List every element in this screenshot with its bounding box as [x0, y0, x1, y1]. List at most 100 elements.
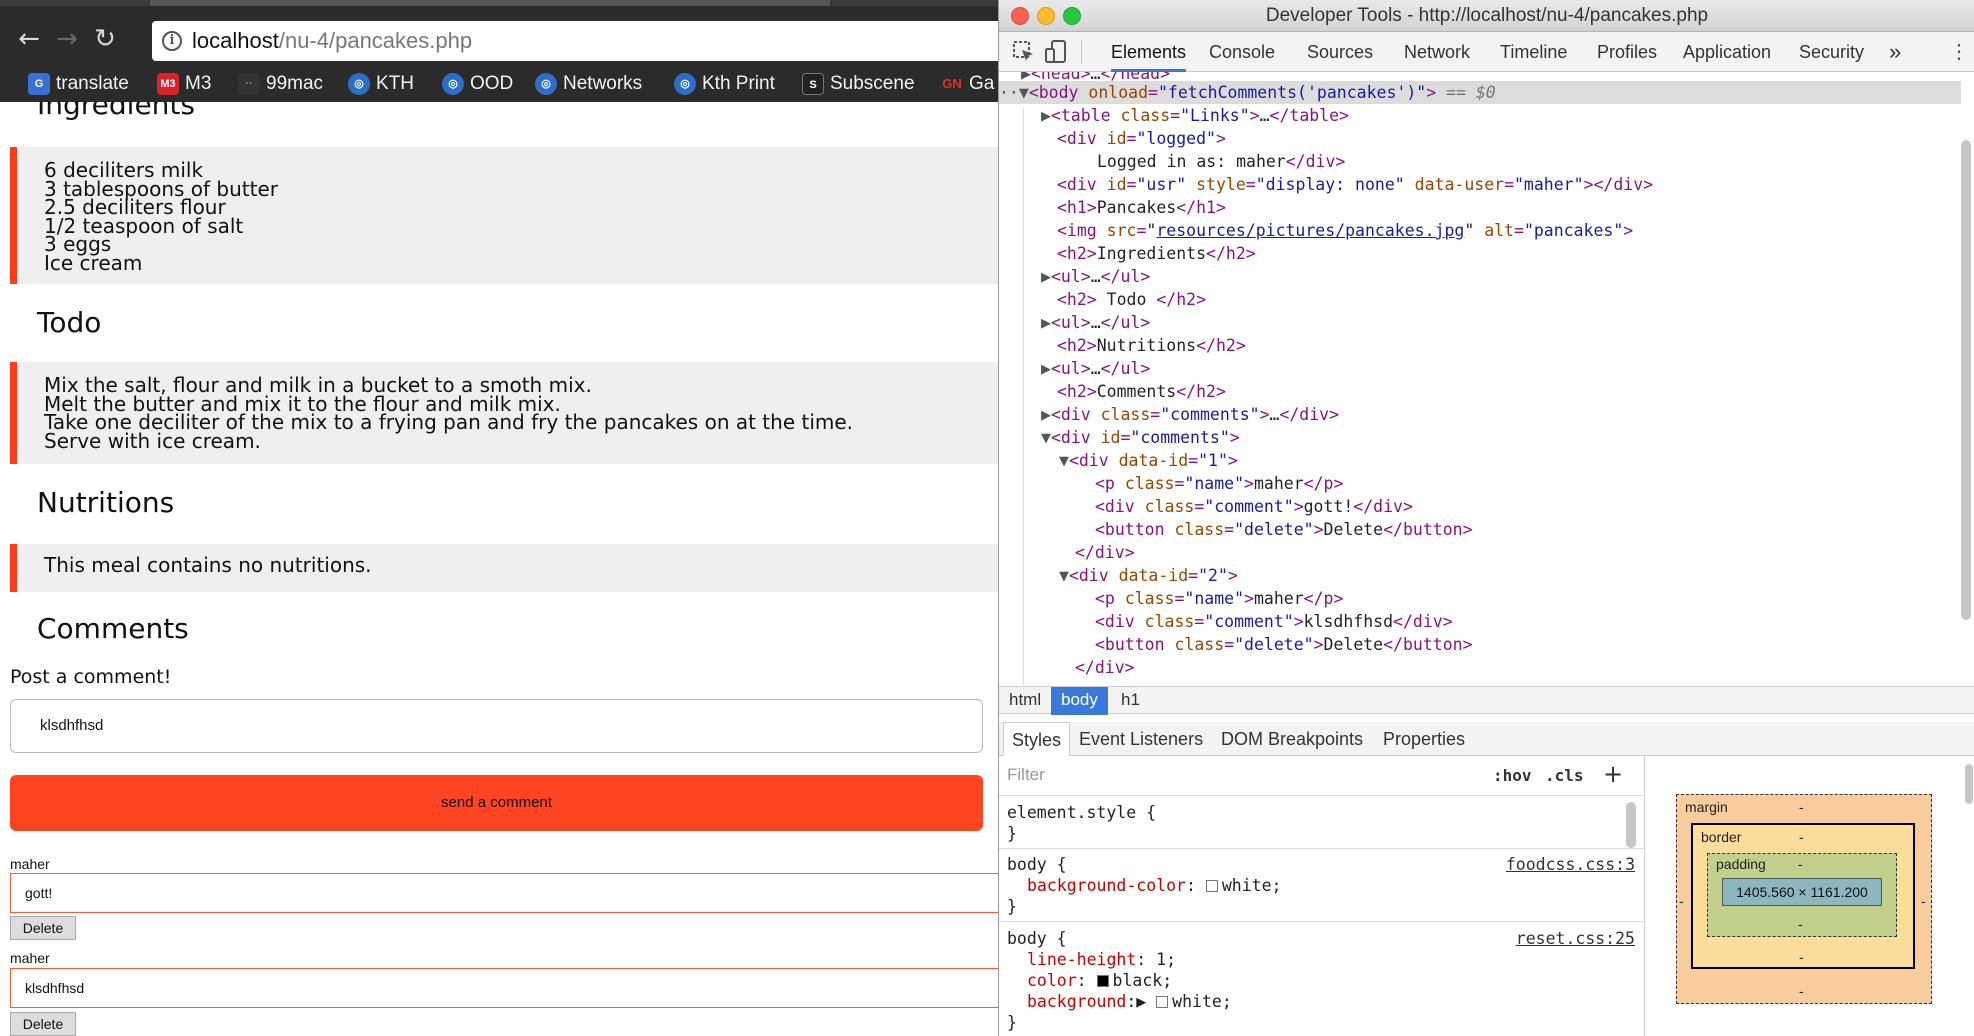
rule-element-style[interactable]: element.style { — [1007, 802, 1644, 823]
ingredients-heading: Ingredients — [37, 102, 195, 121]
dom-node-table[interactable]: ▶<table class="Links">…</table> — [999, 104, 1961, 127]
breadcrumb-h1[interactable]: h1 — [1111, 687, 1150, 715]
forward-icon[interactable]: → — [52, 24, 82, 54]
class-toggle[interactable]: .cls — [1545, 766, 1584, 785]
tab-styles[interactable]: Styles — [1003, 722, 1071, 756]
tab-sources[interactable]: Sources — [1307, 32, 1373, 72]
tab-event-listeners[interactable]: Event Listeners — [1071, 722, 1211, 756]
box-model-scrollbar[interactable] — [1965, 764, 1973, 804]
more-tabs-icon[interactable]: » — [1889, 32, 1901, 72]
dom-node-h2-comments[interactable]: <h2>Comments</h2> — [999, 380, 1961, 403]
dom-node-ul[interactable]: ▶<ul>…</ul> — [999, 357, 1961, 380]
bookmark-label: translate — [56, 73, 129, 94]
tab-profiles[interactable]: Profiles — [1597, 32, 1657, 72]
dom-node-div-comment[interactable]: <div class="comment">klsdhfhsd</div> — [999, 610, 1961, 633]
margin-top-value: - — [1799, 799, 1804, 815]
dom-node-div-comments-class[interactable]: ▶<div class="comments">…</div> — [999, 403, 1961, 426]
box-model-content-size[interactable]: 1405.560 × 1161.200 — [1722, 878, 1882, 906]
dom-node-div-data-id-2[interactable]: ▼<div data-id="2"> — [999, 564, 1961, 587]
dom-node-p-name[interactable]: <p class="name">maher</p> — [999, 472, 1961, 495]
tab-security[interactable]: Security — [1799, 32, 1864, 72]
tab-network[interactable]: Network — [1404, 32, 1470, 72]
dom-node-div-data-id-1[interactable]: ▼<div data-id="1"> — [999, 449, 1961, 472]
rule-source-link[interactable]: foodcss.css:3 — [1506, 854, 1635, 875]
dom-node-h2-todo[interactable]: <h2> Todo </h2> — [999, 288, 1961, 311]
box-model-margin[interactable]: margin - - - - border - - padding - - 14… — [1676, 794, 1932, 1004]
delete-comment-button[interactable]: Delete — [10, 916, 76, 940]
margin-right-value: - — [1921, 893, 1926, 909]
dom-node-div-comments-id[interactable]: ▼<div id="comments"> — [999, 426, 1961, 449]
dom-node-div-usr[interactable]: <div id="usr" style="display: none" data… — [999, 173, 1961, 196]
tab-properties[interactable]: Properties — [1375, 722, 1473, 756]
rule-declaration[interactable]: background:▶ white; — [1007, 991, 1644, 1012]
back-icon[interactable]: ← — [14, 24, 44, 54]
tab-application[interactable]: Application — [1683, 32, 1771, 72]
margin-label: margin — [1685, 799, 1728, 815]
bookmark-kth-print[interactable]: ◎ Kth Print — [674, 66, 775, 102]
devtools-menu-icon[interactable]: ⋮ — [1949, 32, 1969, 72]
breadcrumb-html[interactable]: html — [999, 687, 1051, 715]
dom-node-button-delete[interactable]: <button class="delete">Delete</button> — [999, 633, 1961, 656]
maximize-icon[interactable] — [1063, 7, 1081, 25]
tab-elements[interactable]: Elements — [1111, 32, 1187, 72]
reload-icon[interactable]: ↻ — [90, 24, 120, 54]
rule-body-selector[interactable]: body {reset.css:25 — [1007, 928, 1644, 949]
close-icon[interactable] — [1011, 7, 1029, 25]
bookmark-99mac[interactable]: ·· 99mac — [238, 66, 323, 102]
inspect-element-icon[interactable] — [1013, 41, 1035, 63]
dom-node-h1[interactable]: <h1>Pancakes</h1> — [999, 196, 1961, 219]
dom-node-img[interactable]: <img src="resources/pictures/pancakes.jp… — [999, 219, 1961, 242]
dom-node-button-delete[interactable]: <button class="delete">Delete</button> — [999, 518, 1961, 541]
subscene-icon: S — [802, 73, 824, 95]
rule-source-link[interactable]: reset.css:25 — [1516, 928, 1635, 949]
breadcrumb-body[interactable]: body — [1051, 687, 1108, 715]
bookmark-ga[interactable]: GN Ga — [941, 66, 994, 102]
dom-node-h2-nutritions[interactable]: <h2>Nutritions</h2> — [999, 334, 1961, 357]
dom-node-div-comment[interactable]: <div class="comment">gott!</div> — [999, 495, 1961, 518]
url-text[interactable]: localhost/nu-4/pancakes.php — [192, 28, 472, 54]
devtools-title: Developer Tools - http://localhost/nu-4/… — [1265, 5, 1709, 26]
rule-close: } — [1007, 1013, 1017, 1032]
ingredients-list: 6 deciliters milk 3 tablespoons of butte… — [44, 160, 278, 272]
styles-filter-input[interactable]: Filter — [1007, 765, 1045, 785]
box-model-border[interactable]: border - - padding - - 1405.560 × 1161.2… — [1691, 823, 1915, 969]
info-icon[interactable]: i — [162, 31, 182, 51]
dom-tree-scrollbar[interactable] — [1961, 140, 1971, 620]
dom-node-body[interactable]: ··▼<body onload="fetchComments('pancakes… — [999, 81, 1961, 104]
rule-declaration[interactable]: line-height: 1; — [1007, 949, 1644, 970]
new-rule-icon[interactable]: + — [1603, 760, 1623, 788]
dom-node-p-name[interactable]: <p class="name">maher</p> — [999, 587, 1961, 610]
color-swatch[interactable] — [1205, 880, 1218, 892]
minimize-icon[interactable] — [1037, 7, 1055, 25]
delete-comment-button[interactable]: Delete — [10, 1012, 76, 1036]
bookmark-m3[interactable]: M3 M3 — [157, 66, 211, 102]
comment-input[interactable]: klsdhfhsd — [10, 699, 983, 753]
dom-node-div-close[interactable]: </div> — [999, 656, 1961, 679]
color-swatch[interactable] — [1096, 975, 1109, 987]
dom-node-div-close[interactable]: </div> — [999, 541, 1961, 564]
box-model-padding[interactable]: padding - - 1405.560 × 1161.200 — [1707, 853, 1897, 937]
dom-node-ul[interactable]: ▶<ul>…</ul> — [999, 311, 1961, 334]
hover-state-toggle[interactable]: :hov — [1493, 766, 1532, 785]
bookmark-translate[interactable]: Gtranslate — [28, 66, 129, 102]
rule-body-selector[interactable]: body {foodcss.css:3 — [1007, 854, 1644, 875]
tab-dom-breakpoints[interactable]: DOM Breakpoints — [1213, 722, 1371, 756]
send-comment-button[interactable]: send a comment — [10, 775, 983, 831]
rule-declaration[interactable]: color: black; — [1007, 970, 1644, 991]
rule-declaration[interactable]: background-color: white; — [1007, 875, 1644, 896]
kth-icon: ◎ — [535, 73, 557, 95]
bookmark-networks[interactable]: ◎ Networks — [535, 66, 642, 102]
color-swatch[interactable] — [1156, 996, 1169, 1008]
dom-node-h2-ingredients[interactable]: <h2>Ingredients</h2> — [999, 242, 1961, 265]
tab-console[interactable]: Console — [1209, 32, 1275, 72]
dom-node-ul[interactable]: ▶<ul>…</ul> — [999, 265, 1961, 288]
page-content: Ingredients 6 deciliters milk 3 tablespo… — [0, 102, 998, 1036]
bookmark-subscene[interactable]: S Subscene — [802, 66, 915, 102]
dom-text-logged[interactable]: Logged in as: maher</div> — [999, 150, 1961, 173]
bookmark-kth[interactable]: ◎ KTH — [348, 66, 414, 102]
address-bar[interactable]: i localhost/nu-4/pancakes.php — [152, 21, 998, 61]
tab-timeline[interactable]: Timeline — [1500, 32, 1567, 72]
dom-node-div-logged[interactable]: <div id="logged"> — [999, 127, 1961, 150]
device-toolbar-icon[interactable] — [1045, 40, 1067, 64]
bookmark-ood[interactable]: ◎ OOD — [442, 66, 513, 102]
